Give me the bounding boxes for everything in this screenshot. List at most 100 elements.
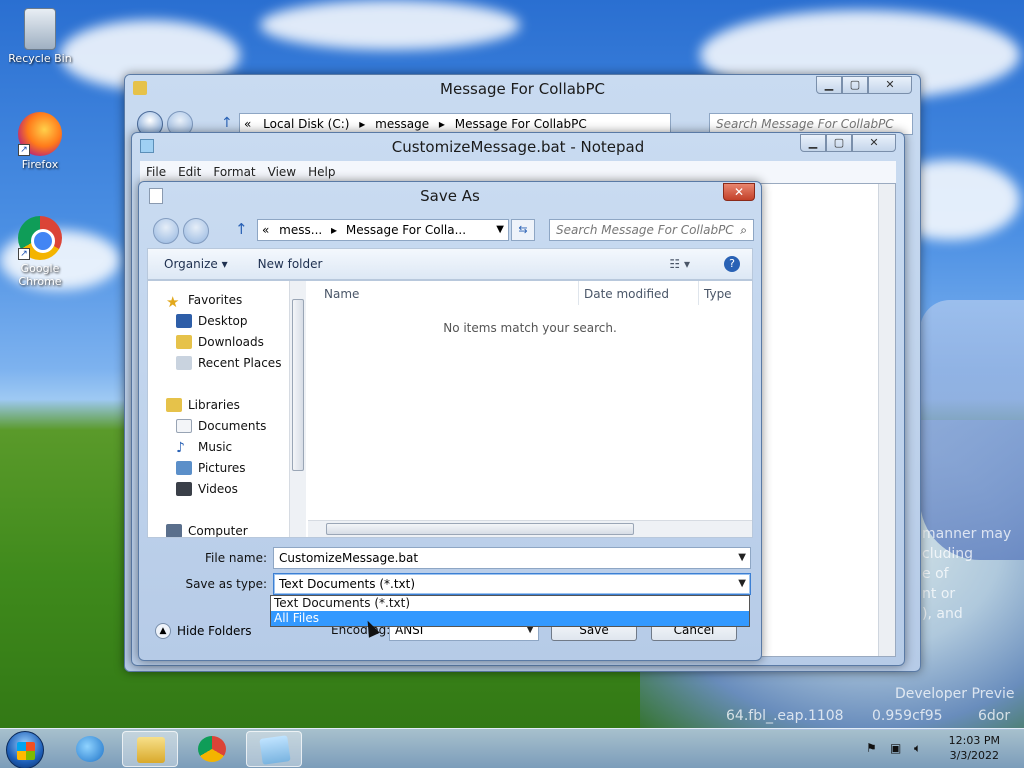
- nav-downloads[interactable]: Downloads: [176, 335, 264, 349]
- file-list-horizontal-scrollbar[interactable]: [308, 520, 752, 537]
- column-header-name[interactable]: Name: [324, 287, 359, 301]
- taskbar-chrome[interactable]: [184, 731, 240, 767]
- desktop-icon-chrome[interactable]: ↗ Google Chrome: [4, 216, 76, 288]
- watermark-line: manner may: [922, 526, 1012, 542]
- firefox-icon: ↗: [18, 112, 62, 156]
- column-divider: [578, 281, 579, 305]
- shortcut-arrow-icon: ↗: [18, 248, 30, 260]
- desktop-icon: [176, 314, 192, 328]
- volume-icon[interactable]: 🔈︎: [914, 741, 928, 755]
- help-icon[interactable]: ?: [724, 256, 740, 272]
- file-name-label: File name:: [205, 551, 267, 565]
- start-button[interactable]: [6, 731, 44, 768]
- column-header-date-modified[interactable]: Date modified: [584, 287, 669, 301]
- save-as-title: Save As: [420, 187, 480, 205]
- cloud: [260, 0, 520, 50]
- organize-button[interactable]: Organize ▾: [164, 257, 228, 271]
- minimize-button[interactable]: ▁: [800, 134, 826, 152]
- file-explorer-icon: [137, 737, 165, 763]
- taskbar: ⚑ ▣ 🔈︎ 12:03 PM 3/3/2022: [0, 728, 1024, 768]
- taskbar-file-explorer[interactable]: [122, 731, 178, 767]
- desktop-icon-recycle-bin[interactable]: Recycle Bin: [4, 8, 76, 65]
- hide-folders-toggle[interactable]: ▲ Hide Folders: [155, 623, 252, 639]
- view-options-icon[interactable]: ☷ ▾: [669, 257, 690, 271]
- nav-libraries[interactable]: Libraries: [166, 398, 240, 412]
- nav-recent-places[interactable]: Recent Places: [176, 356, 281, 370]
- address-segment[interactable]: mess...: [279, 223, 322, 237]
- nav-desktop[interactable]: Desktop: [176, 314, 248, 328]
- nav-favorites[interactable]: ★ Favorites: [166, 293, 242, 311]
- watermark-line: ), and: [922, 606, 963, 622]
- shortcut-arrow-icon: ↗: [18, 144, 30, 156]
- save-as-dialog[interactable]: Save As ✕ ↑ « mess... ▸ Message For Coll…: [138, 181, 762, 661]
- chevron-down-icon[interactable]: ▼: [738, 548, 746, 568]
- address-segment[interactable]: Message For CollabPC: [455, 117, 587, 131]
- wallpaper-character-hair: [920, 300, 1024, 560]
- notepad-menu-bar: File Edit Format View Help: [140, 161, 896, 183]
- desktop-icon-label: Google Chrome: [18, 262, 62, 288]
- action-center-flag-icon[interactable]: ⚑: [866, 741, 880, 755]
- file-list-pane[interactable]: Name Date modified Type No items match y…: [308, 281, 752, 537]
- nav-videos[interactable]: Videos: [176, 482, 238, 496]
- dropdown-option-all-files[interactable]: All Files: [271, 611, 749, 626]
- back-button[interactable]: [153, 218, 179, 244]
- nav-music[interactable]: ♪ Music: [176, 440, 232, 456]
- scrollbar-thumb[interactable]: [326, 523, 634, 535]
- address-segment[interactable]: Local Disk (C:): [263, 117, 349, 131]
- up-arrow-icon[interactable]: ↑: [221, 115, 233, 131]
- network-icon[interactable]: ▣: [890, 741, 904, 755]
- file-name-input[interactable]: CustomizeMessage.bat ▼: [273, 547, 751, 569]
- system-tray: ⚑ ▣ 🔈︎: [866, 741, 928, 755]
- recent-places-icon: [176, 356, 192, 370]
- menu-edit[interactable]: Edit: [178, 165, 201, 179]
- chevron-down-icon[interactable]: ▼: [738, 574, 746, 594]
- watermark-line: e of: [922, 566, 949, 582]
- star-icon: ★: [166, 293, 180, 311]
- save-as-body: ★ Favorites Desktop Downloads Recent Plac…: [147, 280, 753, 538]
- column-header-type[interactable]: Type: [704, 287, 732, 301]
- notepad-vertical-scrollbar[interactable]: [878, 184, 895, 656]
- minimize-button[interactable]: ▁: [816, 76, 842, 94]
- nav-pictures[interactable]: Pictures: [176, 461, 246, 475]
- maximize-button[interactable]: ▢: [842, 76, 868, 94]
- pictures-icon: [176, 461, 192, 475]
- desktop-icon-firefox[interactable]: ↗ Firefox: [4, 112, 76, 171]
- taskbar-internet-explorer[interactable]: [62, 731, 118, 767]
- chevron-up-icon: ▲: [155, 623, 171, 639]
- refresh-icon[interactable]: ⇆: [511, 219, 535, 241]
- address-segment[interactable]: Message For Colla...: [346, 223, 466, 237]
- menu-view[interactable]: View: [268, 165, 296, 179]
- chrome-icon: ↗: [18, 216, 62, 260]
- close-button[interactable]: ✕: [852, 134, 896, 152]
- chevron-down-icon[interactable]: ▼: [496, 220, 504, 240]
- documents-icon: [176, 419, 192, 433]
- maximize-button[interactable]: ▢: [826, 134, 852, 152]
- save-as-type-label: Save as type:: [185, 577, 267, 591]
- nav-label: Videos: [198, 482, 238, 496]
- address-prefix: «: [262, 223, 270, 237]
- notepad-icon: [259, 735, 291, 765]
- nav-documents[interactable]: Documents: [176, 419, 266, 433]
- forward-button[interactable]: [183, 218, 209, 244]
- save-as-address-bar[interactable]: « mess... ▸ Message For Colla... ▼: [257, 219, 509, 241]
- watermark-line: 6dor: [978, 708, 1011, 724]
- scrollbar-thumb[interactable]: [292, 299, 304, 471]
- address-segment[interactable]: message: [375, 117, 429, 131]
- empty-folder-message: No items match your search.: [443, 321, 617, 335]
- menu-help[interactable]: Help: [308, 165, 335, 179]
- menu-format[interactable]: Format: [213, 165, 255, 179]
- close-button[interactable]: ✕: [723, 183, 755, 201]
- menu-file[interactable]: File: [146, 165, 166, 179]
- save-as-type-select[interactable]: Text Documents (*.txt) ▼: [273, 573, 751, 595]
- up-arrow-icon[interactable]: ↑: [235, 220, 248, 238]
- system-clock[interactable]: 12:03 PM 3/3/2022: [949, 733, 1000, 763]
- nav-computer[interactable]: Computer: [166, 524, 248, 537]
- nav-label: Computer: [188, 524, 248, 537]
- navigation-pane-scrollbar[interactable]: [289, 281, 306, 537]
- new-folder-button[interactable]: New folder: [258, 257, 323, 271]
- dropdown-option-text-documents[interactable]: Text Documents (*.txt): [271, 596, 749, 611]
- save-as-search-input[interactable]: Search Message For CollabPC ⌕: [549, 219, 754, 241]
- close-button[interactable]: ✕: [868, 76, 912, 94]
- chrome-icon: [198, 736, 226, 762]
- taskbar-notepad[interactable]: [246, 731, 302, 767]
